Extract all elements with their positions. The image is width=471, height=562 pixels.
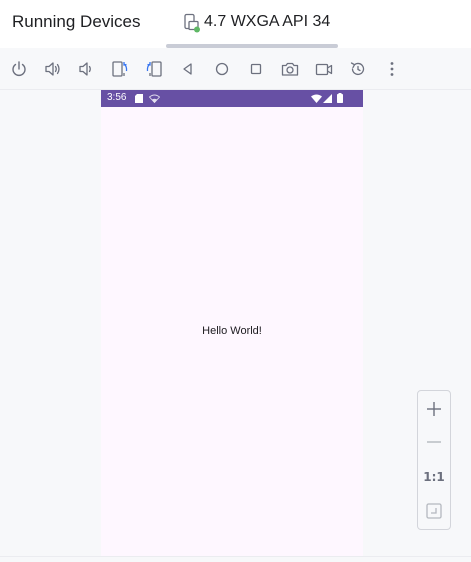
- tab-device[interactable]: 4.7 WXGA API 34: [166, 0, 338, 48]
- back-button[interactable]: [175, 56, 201, 82]
- android-status-bar: 3:56: [101, 90, 363, 107]
- bottom-divider: [0, 556, 471, 562]
- zoom-in-button[interactable]: [418, 393, 450, 425]
- fit-screen-icon: [426, 503, 442, 519]
- kebab-icon: [390, 62, 394, 76]
- rotate-left-button[interactable]: [107, 56, 133, 82]
- zoom-in-icon: [427, 402, 441, 416]
- screenshot-button[interactable]: [277, 56, 303, 82]
- device-tab-label: 4.7 WXGA API 34: [204, 13, 331, 30]
- reset-orientation-button[interactable]: [345, 56, 371, 82]
- battery-icon: [337, 93, 343, 103]
- status-time: 3:56: [107, 92, 127, 103]
- device-screen[interactable]: 3:56 Hello World!: [101, 90, 363, 556]
- zoom-out-button[interactable]: [418, 426, 450, 458]
- home-button[interactable]: [209, 56, 235, 82]
- hello-world-text: Hello World!: [202, 325, 262, 337]
- volume-down-button[interactable]: [73, 56, 99, 82]
- zoom-out-icon: [427, 441, 441, 443]
- volume-up-button[interactable]: [40, 56, 66, 82]
- rotate-right-button[interactable]: [141, 56, 167, 82]
- running-devices-panel: Running Devices 4.7 WXGA API 34 3:56 Hel…: [0, 0, 471, 562]
- power-button[interactable]: [6, 56, 32, 82]
- video-camera-icon: [315, 63, 333, 76]
- screen-record-button[interactable]: [311, 56, 337, 82]
- reset-icon: [350, 62, 365, 76]
- volume-up-icon: [45, 62, 60, 76]
- zoom-controls: 1:1: [417, 390, 451, 530]
- home-circle-icon: [215, 62, 229, 76]
- fit-screen-button[interactable]: [418, 495, 450, 527]
- overview-button[interactable]: [243, 56, 269, 82]
- back-triangle-icon: [183, 63, 192, 75]
- volume-down-icon: [79, 62, 91, 76]
- panel-header: Running Devices 4.7 WXGA API 34: [0, 0, 471, 48]
- rotate-left-icon: [112, 61, 128, 77]
- device-toolbar: [0, 48, 471, 90]
- rotate-right-icon: [146, 61, 162, 77]
- wifi-notification-icon: [149, 94, 160, 103]
- power-icon: [12, 61, 26, 76]
- cell-signal-icon: [323, 94, 332, 103]
- panel-title: Running Devices: [12, 12, 141, 31]
- sd-card-icon: [135, 94, 143, 103]
- phone-running-icon: [183, 13, 201, 33]
- wifi-icon: [311, 94, 322, 103]
- actual-size-button[interactable]: 1:1: [418, 461, 450, 493]
- more-options-button[interactable]: [379, 56, 405, 82]
- actual-size-label: 1:1: [423, 470, 445, 484]
- overview-square-icon: [250, 63, 262, 75]
- camera-icon: [281, 62, 299, 76]
